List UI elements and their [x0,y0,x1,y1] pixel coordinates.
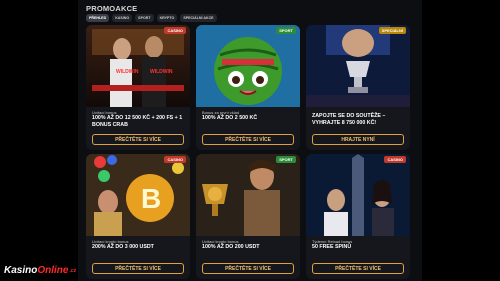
filter-casino[interactable]: KASINO [112,14,133,22]
filter-special[interactable]: SPECIÁLNÍ AKCE [180,14,217,22]
read-more-button[interactable]: PŘEČTĚTE SI VÍCE [92,263,184,274]
category-badge: SPORT [276,27,296,34]
promo-card-casino-crypto[interactable]: B CASINO Uvítací krypto bonus 200% AŽ DO… [86,154,190,279]
category-badge: SPORT [276,156,296,163]
promo-card-sport-deposit[interactable]: SPORT Bonus za první vklad 100% AŽ DO 2 … [196,25,300,150]
filter-overview[interactable]: PŘEHLED [86,14,110,22]
promo-headline: 100% AŽ DO 2 500 KČ [202,115,258,121]
read-more-button[interactable]: PŘEČTĚTE SI VÍCE [202,263,294,274]
filter-sport[interactable]: SPORT [135,14,154,22]
category-badge: CASINO [384,156,406,163]
promo-card-sport-crypto[interactable]: SPORT Uvítací krypto bonus 100% AŽ DO 20… [196,154,300,279]
filter-bar: PŘEHLED KASINO SPORT KRYPTO SPECIÁLNÍ AK… [86,14,217,22]
watermark-part2: Online [37,265,69,276]
read-more-button[interactable]: PŘEČTĚTE SI VÍCE [92,134,184,145]
svg-text:B: B [141,183,161,214]
read-more-button[interactable]: PŘEČTĚTE SI VÍCE [312,263,404,274]
page-title: PROMOAKCE [86,4,138,13]
promo-headline: ZAPOJTE SE DO SOUTĚŽE – VYHRAJTE 8 750 0… [312,113,386,126]
category-badge: CASINO [164,156,186,163]
watermark-part1: Kasino [4,265,38,276]
category-badge: CASINO [164,27,186,34]
promo-headline: 200% AŽ DO 3 000 USDT [92,244,154,250]
promo-image-watermelon [196,25,300,107]
promo-headline: 100% AŽ DO 200 USDT [202,244,260,250]
promo-image-casino-hosts: WILDWIN WILDWIN [86,25,190,107]
category-badge: SPECIÁLNÍ [378,27,406,34]
watermark-part3: .cz [69,267,77,274]
promo-image-trophy [306,25,410,107]
promo-headline: 50 FREE SPINŮ [312,244,352,250]
promo-image-bitcoin: B [86,154,190,236]
read-more-button[interactable]: PŘEČTĚTE SI VÍCE [202,134,294,145]
svg-text:WILDWIN: WILDWIN [150,69,173,75]
svg-text:WILDWIN: WILDWIN [116,69,139,75]
promo-image-tower-couple [306,154,410,236]
promo-headline: 100% AŽ DO 12 500 KČ + 200 FS + 1 BONUS … [92,115,183,128]
promo-image-athlete-trophy [196,154,300,236]
promo-card-casino-reload[interactable]: CASINO Týdenní Reload bonus 50 FREE SPIN… [306,154,410,279]
kasinoonline-watermark: Kasino Online .cz [4,264,76,277]
promo-card-special-contest[interactable]: SPECIÁLNÍ ZAPOJTE SE DO SOUTĚŽE – VYHRAJ… [306,25,410,150]
filter-crypto[interactable]: KRYPTO [156,14,178,22]
play-now-button[interactable]: HRAJTE NYNÍ [312,134,404,145]
promo-card-casino-welcome[interactable]: WILDWIN WILDWIN CASINO Uvítací bonus 100… [86,25,190,150]
promotions-page: PROMOAKCE PŘEHLED KASINO SPORT KRYPTO SP… [78,0,422,281]
